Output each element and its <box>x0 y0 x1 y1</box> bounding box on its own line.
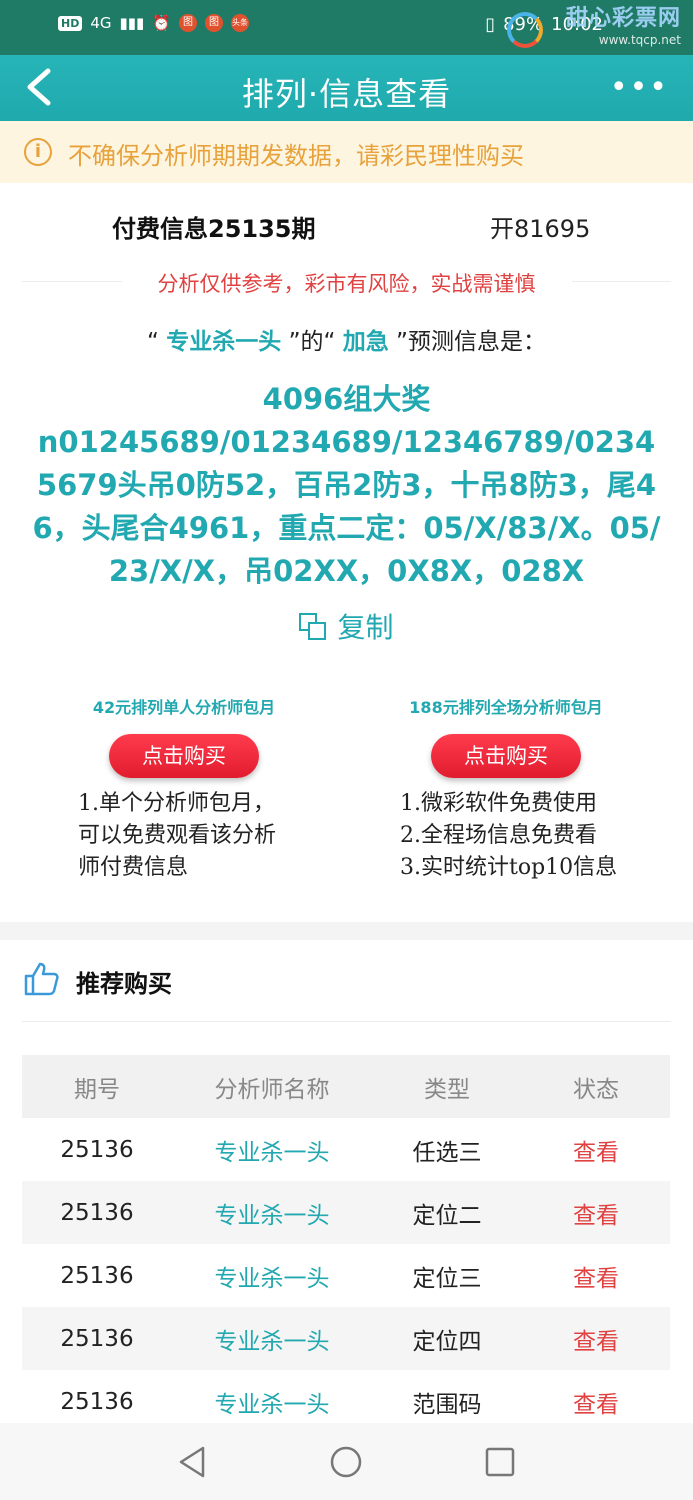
signal-indicator: 4G <box>90 14 112 32</box>
prediction-intro: “ 专业杀一头 ”的“ 加急 ”预测信息是： <box>0 322 693 356</box>
row-analyst[interactable]: 专业杀一头 <box>172 1133 372 1167</box>
package-title: 188元排列全场分析师包月 <box>409 698 603 717</box>
content-line-2: n01245689/01234689/12346789/02345679头吊0防… <box>32 425 661 588</box>
vibrate-icon: ▯ <box>485 14 496 35</box>
view-link[interactable]: 查看 <box>522 1385 670 1419</box>
more-menu-icon[interactable]: ••• <box>610 73 669 103</box>
package-single: 42元排列单人分析师包月 点击购买 1.单个分析师包月， 可以免费观看该分析 师… <box>24 694 344 884</box>
package-description: 1.单个分析师包月， 可以免费观看该分析 师付费信息 <box>24 788 308 884</box>
col-type: 类型 <box>424 1076 470 1103</box>
row-type: 任选三 <box>412 1139 482 1166</box>
nav-recents-square-icon[interactable] <box>483 1445 517 1479</box>
warning-circle-icon: i <box>24 138 52 166</box>
status-left-group: HD 4G ▮▮▮ ⏰ 图 图 头条 <box>58 14 249 32</box>
row-type: 定位三 <box>412 1265 482 1292</box>
row-analyst[interactable]: 专业杀一头 <box>172 1322 372 1356</box>
risk-warning: 分析仅供参考，彩市有风险，实战需谨慎 <box>121 268 572 298</box>
row-period: 25136 <box>60 1199 134 1226</box>
table-row[interactable]: 25136 专业杀一头 任选三 查看 <box>22 1118 670 1181</box>
open-result: 开81695 <box>490 215 591 243</box>
recommend-header: 推荐购买 <box>0 940 693 1020</box>
copy-label: 复制 <box>337 611 394 644</box>
row-analyst[interactable]: 专业杀一头 <box>172 1196 372 1230</box>
notice-text: 不确保分析师期期发数据，请彩民理性购买 <box>68 142 524 170</box>
section-gap <box>0 922 693 940</box>
period-row: 付费信息25135期 开81695 <box>0 205 693 249</box>
divider <box>22 1021 671 1022</box>
view-link[interactable]: 查看 <box>522 1259 670 1293</box>
col-period: 期号 <box>74 1076 120 1103</box>
row-type: 范围码 <box>412 1391 482 1418</box>
notice-banner: i 不确保分析师期期发数据，请彩民理性购买 <box>0 121 693 183</box>
signal-bars-icon: ▮▮▮ <box>119 14 145 32</box>
status-bar: HD 4G ▮▮▮ ⏰ 图 图 头条 ▯ 89% 10:02 甜心彩票网 www… <box>0 0 693 55</box>
view-link[interactable]: 查看 <box>522 1322 670 1356</box>
view-link[interactable]: 查看 <box>522 1133 670 1167</box>
table-row[interactable]: 25136 专业杀一头 定位二 查看 <box>22 1181 670 1244</box>
table-row[interactable]: 25136 专业杀一头 定位四 查看 <box>22 1307 670 1370</box>
table-row[interactable]: 25136 专业杀一头 定位三 查看 <box>22 1244 670 1307</box>
row-analyst[interactable]: 专业杀一头 <box>172 1385 372 1419</box>
notification-dot-a: 图 <box>178 14 197 32</box>
analyst-name: 专业杀一头 <box>166 329 282 355</box>
view-link[interactable]: 查看 <box>522 1196 670 1230</box>
row-analyst[interactable]: 专业杀一头 <box>172 1259 372 1293</box>
row-period: 25136 <box>60 1136 134 1163</box>
watermark-brand: 甜心彩票网 <box>565 6 681 31</box>
app-header: 排列·信息查看 ••• <box>0 55 693 121</box>
watermark: 甜心彩票网 www.tqcp.net <box>565 6 681 47</box>
package-description: 1.微彩软件免费使用 2.全程场信息免费看 3.实时统计top10信息 <box>346 788 666 884</box>
col-analyst: 分析师名称 <box>214 1076 330 1103</box>
copy-icon <box>299 613 327 641</box>
desc-line: 3.实时统计top10信息 <box>400 855 618 880</box>
alarm-icon: ⏰ <box>152 14 171 32</box>
desc-line: 1.单个分析师包月， <box>78 791 275 816</box>
recommend-table: 期号 分析师名称 类型 状态 25136 专业杀一头 任选三 查看 25136 … <box>22 1055 670 1433</box>
row-period: 25136 <box>60 1325 134 1352</box>
urgency-label: 加急 <box>342 329 389 355</box>
desc-line: 可以免费观看该分析 <box>78 823 277 848</box>
row-type: 定位二 <box>412 1202 482 1229</box>
row-period: 25136 <box>60 1388 134 1415</box>
col-status: 状态 <box>573 1076 619 1103</box>
nav-back-triangle-icon[interactable] <box>175 1445 209 1479</box>
desc-line: 1.微彩软件免费使用 <box>400 791 597 816</box>
watermark-url: www.tqcp.net <box>598 33 681 47</box>
table-header: 期号 分析师名称 类型 状态 <box>22 1055 670 1118</box>
prediction-content: 4096组大奖 n01245689/01234689/12346789/0234… <box>30 378 663 593</box>
recommend-title: 推荐购买 <box>76 970 172 998</box>
period-title: 付费信息25135期 <box>112 215 316 243</box>
page-title: 排列·信息查看 <box>241 75 452 113</box>
copy-button[interactable]: 复制 <box>0 606 693 646</box>
desc-line: 师付费信息 <box>78 855 189 880</box>
notification-dot-c: 头条 <box>230 14 249 32</box>
buy-all-button[interactable]: 点击购买 <box>431 734 581 778</box>
quote-mid: ”的“ <box>288 329 336 355</box>
package-title: 42元排列单人分析师包月 <box>92 698 276 717</box>
system-nav-bar <box>0 1423 693 1500</box>
thumbs-up-icon <box>24 962 59 996</box>
watermark-logo-icon <box>507 12 543 48</box>
content-line-1: 4096组大奖 <box>262 382 431 416</box>
quote-suffix: ”预测信息是： <box>396 329 546 355</box>
row-period: 25136 <box>60 1262 134 1289</box>
desc-line: 2.全程场信息免费看 <box>400 823 597 848</box>
hd-badge: HD <box>58 15 83 31</box>
buy-single-button[interactable]: 点击购买 <box>109 734 259 778</box>
nav-home-circle-icon[interactable] <box>329 1445 363 1479</box>
quote-open: “ <box>147 329 159 355</box>
row-type: 定位四 <box>412 1328 482 1355</box>
package-all: 188元排列全场分析师包月 点击购买 1.微彩软件免费使用 2.全程场信息免费看… <box>346 694 666 884</box>
notification-dot-b: 图 <box>204 14 223 32</box>
